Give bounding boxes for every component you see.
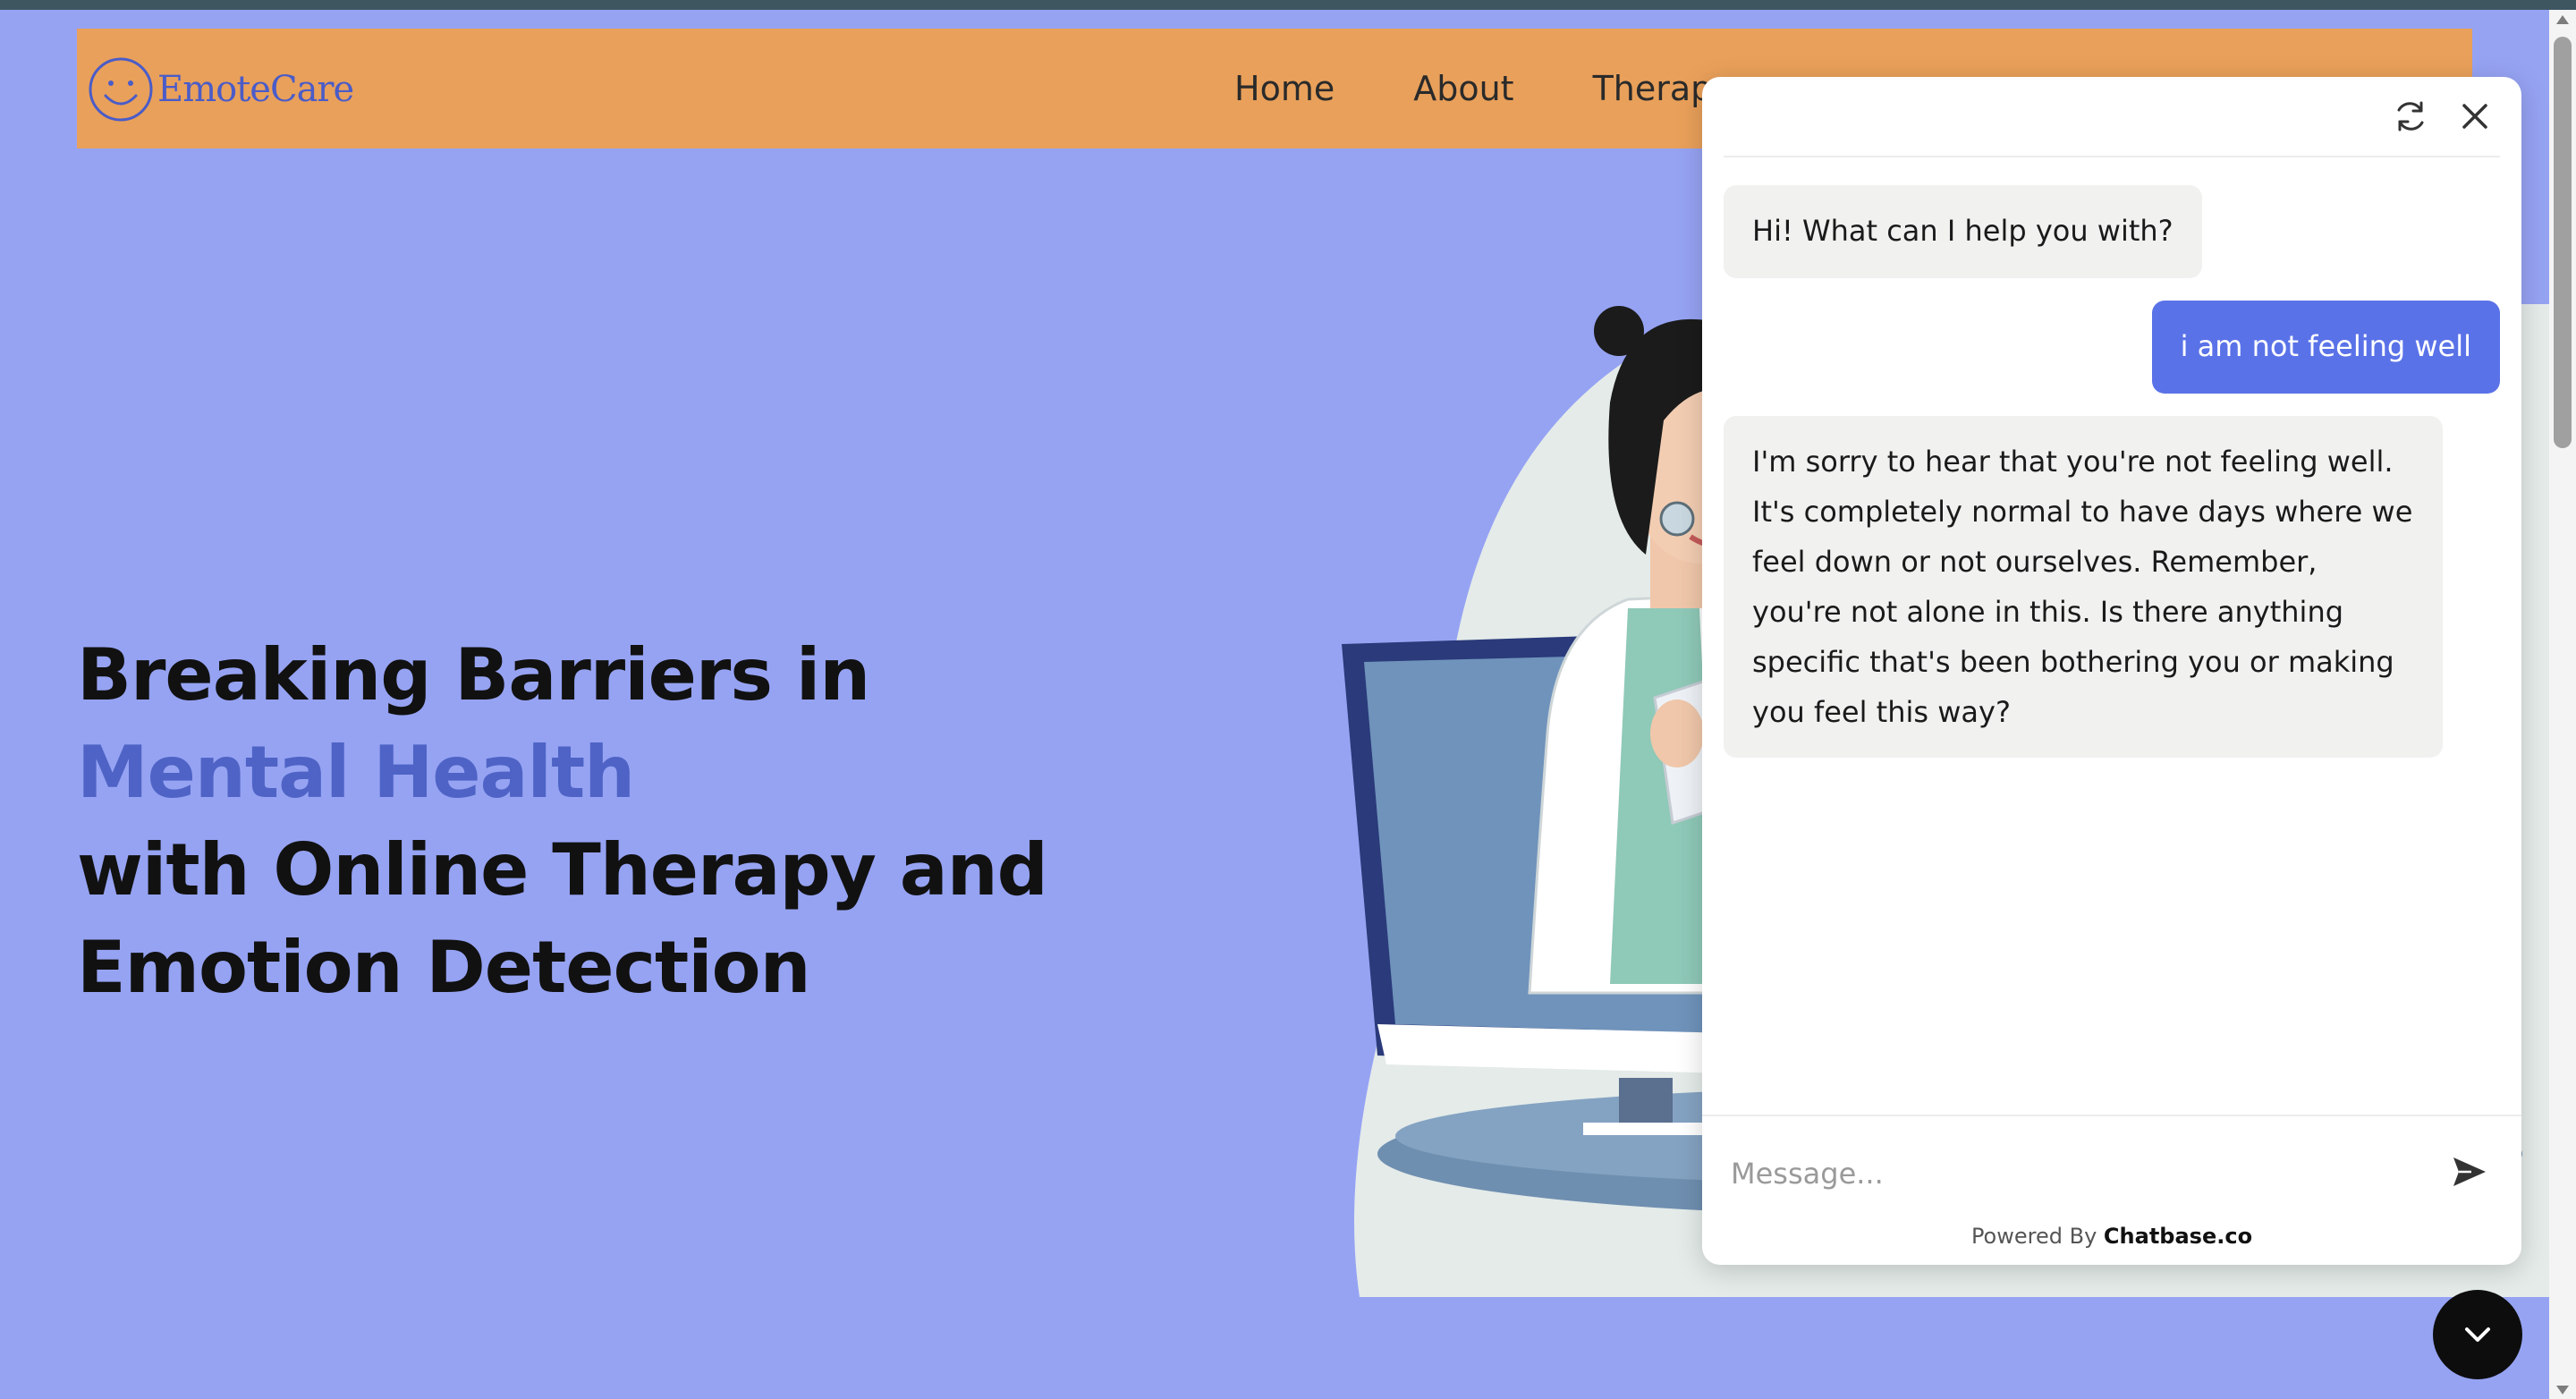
page-scrollbar[interactable] [2549,10,2576,1399]
scroll-down-arrow[interactable] [2556,1386,2569,1395]
chat-widget: Hi! What can I help you with? i am not f… [1702,77,2521,1265]
nav-about[interactable]: About [1413,69,1513,108]
refresh-icon[interactable] [2389,95,2432,138]
message-input[interactable] [1729,1141,2412,1206]
chat-message-user: i am not feeling well [2151,301,2500,394]
chat-toolbar [1724,77,2500,157]
powered-by: Powered By Chatbase.co [1702,1224,2521,1249]
powered-by-prefix: Powered By [1970,1224,2097,1249]
chatbase-link[interactable]: Chatbase.co [2104,1224,2252,1249]
brand-name: EmoteCare [157,69,354,110]
hero-line-accent: Mental Health [77,731,635,814]
nav-home[interactable]: Home [1234,69,1335,108]
chat-toggle-button[interactable] [2433,1290,2522,1379]
smiley-logo-icon [89,57,153,122]
chat-message-bot: I'm sorry to hear that you're not feelin… [1724,416,2443,758]
brand-logo[interactable]: EmoteCare [88,54,354,125]
close-icon[interactable] [2453,95,2496,138]
hero-line-1: Breaking Barriers in [77,633,870,716]
send-icon[interactable] [2450,1152,2489,1191]
hero-heading: Breaking Barriers in Mental Health with … [77,626,1329,1016]
scroll-thumb[interactable] [2554,37,2572,448]
hero-line-3: with Online Therapy and Emotion Detectio… [77,828,1048,1009]
browser-top-strip [0,0,2576,10]
scroll-up-arrow[interactable] [2556,15,2569,24]
chevron-down-icon [2465,1327,2490,1342]
chat-message-bot: Hi! What can I help you with? [1724,185,2202,278]
chat-input-divider [1702,1115,2521,1116]
